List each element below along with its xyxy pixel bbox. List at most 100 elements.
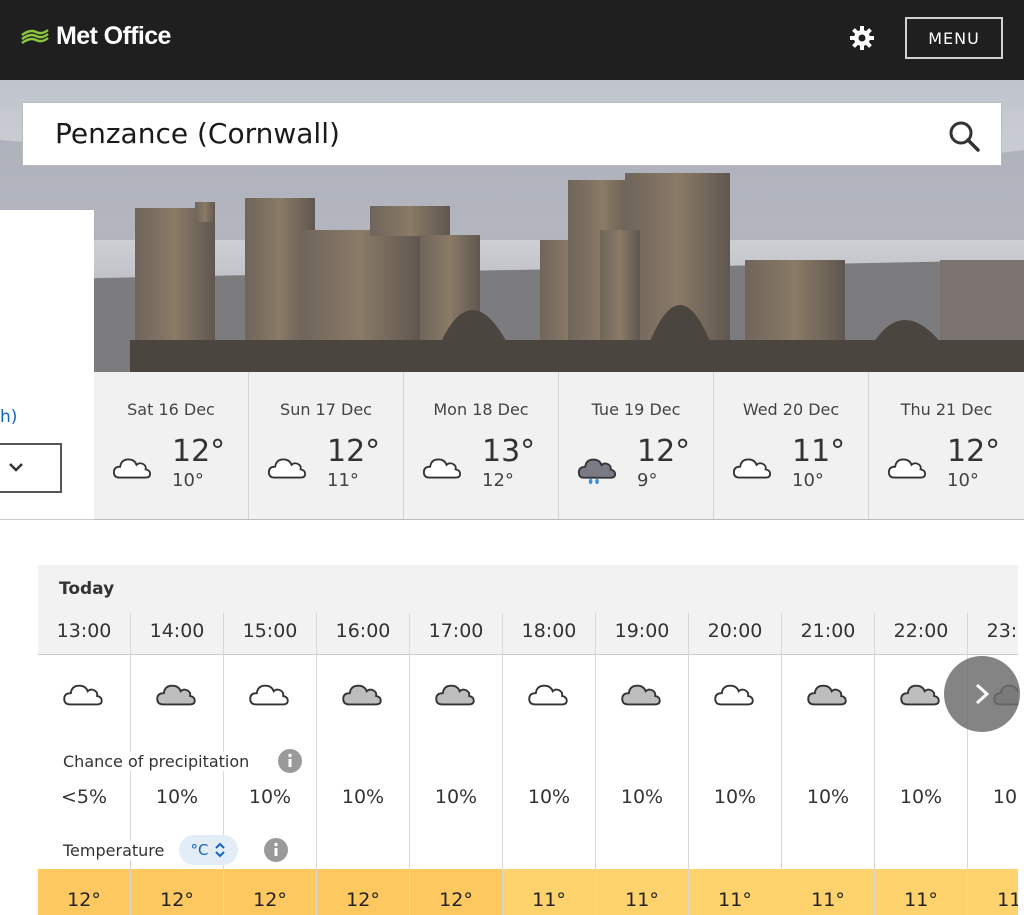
day-weather-symbol	[267, 454, 307, 487]
hour-precipitation: 10%	[248, 786, 292, 808]
search-icon[interactable]	[947, 119, 981, 153]
day-weather-symbol	[422, 454, 462, 487]
hour-time: 16:00	[317, 613, 409, 655]
day-date-label: Sat 16 Dec	[127, 400, 215, 419]
day-date-label: Mon 18 Dec	[433, 400, 529, 419]
day-weather-symbol	[732, 454, 772, 487]
hour-precipitation: 10%	[341, 786, 385, 808]
today-label: Today	[59, 579, 115, 599]
hour-temperature: 11°	[782, 869, 874, 915]
hour-column: 22:00 10% 11°	[875, 613, 968, 915]
day-high-temp: 12°	[172, 434, 226, 469]
cloud-icon	[63, 684, 103, 706]
left-panel-select[interactable]	[0, 443, 62, 493]
day-low-temp: 12°	[482, 470, 514, 491]
hour-column: 18:00 10% 11°	[503, 613, 596, 915]
hour-weather-symbol	[898, 680, 942, 714]
temperature-unit-toggle[interactable]: °C	[179, 835, 238, 865]
day-low-temp: 10°	[172, 470, 204, 491]
hour-time: 18:00	[503, 613, 595, 655]
hour-temperature: 11°	[875, 869, 967, 915]
hour-column: 21:00 10% 11°	[782, 613, 875, 915]
day-high-temp: 13°	[482, 434, 536, 469]
hour-weather-symbol	[433, 680, 477, 714]
hour-weather-symbol	[712, 680, 756, 714]
day-date-label: Thu 21 Dec	[900, 400, 993, 419]
hour-precipitation: 10%	[434, 786, 478, 808]
location-search-box[interactable]	[22, 102, 1002, 166]
hour-time: 13:00	[38, 613, 130, 655]
hour-temperature: 12°	[131, 869, 223, 915]
hour-temperature: 11°	[503, 869, 595, 915]
hour-temperature: 12°	[317, 869, 409, 915]
grey-cloud-icon	[342, 684, 382, 706]
grey-cloud-icon	[156, 684, 196, 706]
left-panel-link[interactable]: h)	[0, 407, 17, 427]
info-icon[interactable]	[278, 749, 302, 773]
day-tab[interactable]: Wed 20 Dec 11° 10°	[714, 372, 869, 519]
day-date-label: Tue 19 Dec	[591, 400, 681, 419]
hour-time: 15:00	[224, 613, 316, 655]
cloud-icon	[422, 458, 462, 479]
day-high-temp: 12°	[637, 434, 691, 469]
hour-precipitation: 10%	[155, 786, 199, 808]
hour-temperature: 11°	[689, 869, 781, 915]
daily-forecast-tabs: Sat 16 Dec 12° 10° Sun 17 Dec 12° 11° Mon 18 D…	[94, 372, 1024, 520]
cloud-icon	[249, 684, 289, 706]
hour-temperature: 12°	[38, 869, 130, 915]
hour-precipitation: 10%	[899, 786, 943, 808]
hour-time: 21:00	[782, 613, 874, 655]
hour-temperature: 11°	[968, 869, 1018, 915]
top-header: Met Office MENU	[0, 0, 1024, 80]
precipitation-row-label: Chance of precipitation	[63, 752, 256, 771]
hour-time: 19:00	[596, 613, 688, 655]
day-low-temp: 9°	[637, 470, 658, 491]
day-high-temp: 12°	[327, 434, 381, 469]
day-weather-symbol	[577, 454, 617, 491]
chevron-right-icon	[975, 683, 990, 705]
cloud-icon	[267, 458, 307, 479]
hour-weather-symbol	[526, 680, 570, 714]
info-icon[interactable]	[264, 838, 288, 862]
met-office-logo-icon	[21, 28, 49, 44]
gear-icon[interactable]	[848, 24, 876, 52]
grey-cloud-icon	[435, 684, 475, 706]
hour-temperature: 11°	[596, 869, 688, 915]
day-tab[interactable]: Sat 16 Dec 12° 10°	[94, 372, 249, 519]
day-tab[interactable]: Thu 21 Dec 12° 10°	[869, 372, 1024, 519]
cloud-icon	[528, 684, 568, 706]
hourly-forecast-table: Today 13:00 <5% 12° 14:00 10% 12° 15:00 10% 12° 1…	[38, 565, 1018, 915]
hour-weather-symbol	[340, 680, 384, 714]
cloud-icon	[732, 458, 772, 479]
chevron-down-icon	[9, 463, 23, 472]
hour-temperature: 12°	[224, 869, 316, 915]
brand-logo[interactable]: Met Office	[20, 22, 171, 51]
hour-time: 17:00	[410, 613, 502, 655]
today-header: Today	[38, 565, 1018, 613]
location-search-input[interactable]	[55, 117, 915, 150]
day-date-label: Wed 20 Dec	[742, 400, 840, 419]
hour-precipitation: <5%	[60, 786, 108, 808]
day-tab[interactable]: Sun 17 Dec 12° 11°	[249, 372, 404, 519]
cloud-icon	[714, 684, 754, 706]
day-date-label: Sun 17 Dec	[280, 400, 372, 419]
day-low-temp: 10°	[947, 470, 979, 491]
menu-button[interactable]: MENU	[905, 17, 1003, 59]
hour-column: 17:00 10% 12°	[410, 613, 503, 915]
day-high-temp: 12°	[947, 434, 1001, 469]
hour-time: 20:00	[689, 613, 781, 655]
brand-name: Met Office	[56, 22, 171, 50]
day-tab[interactable]: Mon 18 Dec 13° 12°	[404, 372, 559, 519]
hour-weather-symbol	[619, 680, 663, 714]
hour-precipitation: 10%	[620, 786, 664, 808]
hour-weather-symbol	[247, 680, 291, 714]
hour-column: 19:00 10% 11°	[596, 613, 689, 915]
up-down-chevron-icon	[215, 842, 226, 858]
next-hours-button[interactable]	[944, 656, 1020, 732]
day-low-temp: 10°	[792, 470, 824, 491]
cloud-icon	[887, 458, 927, 479]
day-tab[interactable]: Tue 19 Dec 12° 9°	[559, 372, 714, 519]
hour-precipitation: 10%	[806, 786, 850, 808]
hour-precipitation: 10%	[527, 786, 571, 808]
hour-time: 14:00	[131, 613, 223, 655]
